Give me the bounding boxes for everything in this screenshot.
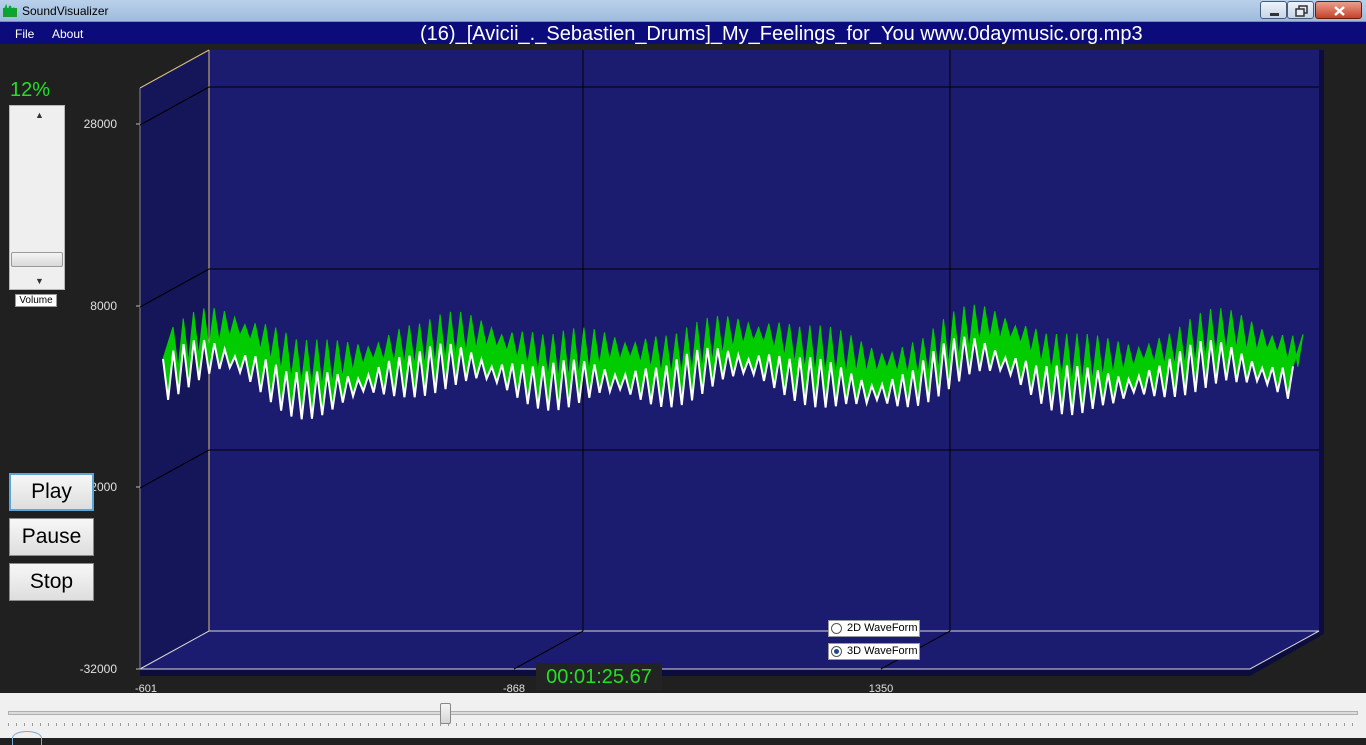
- stop-button[interactable]: Stop: [9, 563, 94, 601]
- radio-2d-icon[interactable]: [831, 623, 842, 634]
- volume-thumb[interactable]: [11, 252, 63, 267]
- corner-icon: [12, 731, 42, 745]
- minimize-icon: [1270, 13, 1279, 16]
- app-icon: [3, 3, 17, 18]
- radio-3d-icon[interactable]: [831, 646, 842, 657]
- y-tick-label: 28000: [84, 117, 118, 131]
- waveform-3d-label: 3D WaveForm: [847, 645, 918, 657]
- title-bar: SoundVisualizer: [0, 0, 1366, 22]
- pause-button[interactable]: Pause: [9, 518, 94, 556]
- y-tick-label: 2000: [90, 480, 117, 494]
- play-button[interactable]: Play: [9, 473, 94, 511]
- x-tick-label: 1350: [869, 683, 893, 693]
- waveform-2d-option[interactable]: 2D WaveForm: [828, 620, 920, 637]
- menu-bar: File About (16)_[Avicii_._Sebastien_Drum…: [0, 22, 1366, 45]
- restore-button[interactable]: [1287, 1, 1314, 19]
- y-tick-label: -32000: [80, 662, 118, 676]
- minimize-button[interactable]: [1260, 1, 1287, 19]
- seek-ticks: [8, 723, 1353, 726]
- now-playing-title: (16)_[Avicii_._Sebastien_Drums]_My_Feeli…: [420, 23, 1143, 45]
- y-tick-label: 8000: [90, 299, 117, 313]
- volume-label: Volume: [15, 294, 57, 307]
- x-tick-label: -601: [135, 683, 157, 693]
- menu-about[interactable]: About: [52, 27, 83, 41]
- seek-thumb[interactable]: [440, 703, 451, 724]
- chart-floor: [140, 631, 1319, 669]
- x-axis-ticks: -601 -868 1350: [135, 683, 893, 693]
- close-icon: [1334, 6, 1345, 16]
- time-readout: 00:01:25.67: [536, 663, 662, 691]
- waveform-3d-option[interactable]: 3D WaveForm: [828, 643, 920, 660]
- restore-icon: [1295, 5, 1308, 17]
- scroll-down-icon[interactable]: ▼: [35, 276, 44, 286]
- seek-bar: [0, 693, 1366, 745]
- window-title: SoundVisualizer: [22, 4, 109, 18]
- waveform-chart: 28000 8000 2000 -32000 -601 -868 1350: [80, 49, 1324, 693]
- seek-track[interactable]: [8, 711, 1358, 715]
- scroll-up-icon[interactable]: ▲: [35, 110, 44, 120]
- volume-percent: 12%: [10, 79, 51, 101]
- x-tick-label: -868: [503, 683, 525, 693]
- close-button[interactable]: [1315, 1, 1362, 19]
- volume-slider[interactable]: ▲ ▼: [9, 105, 65, 290]
- waveform-2d-label: 2D WaveForm: [847, 622, 918, 634]
- menu-file[interactable]: File: [15, 27, 34, 41]
